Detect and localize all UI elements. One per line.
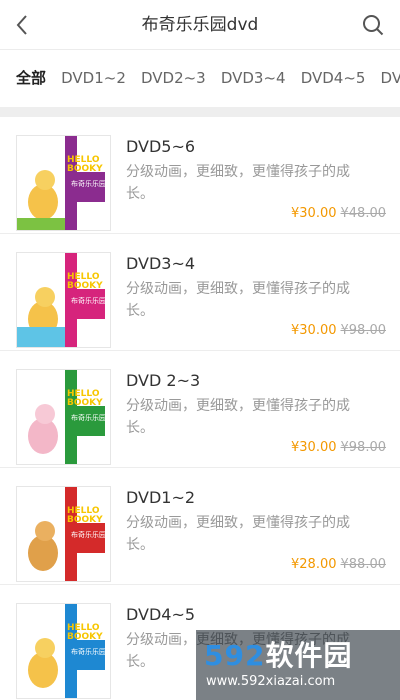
product-description: 分级动画，更细致，更懂得孩子的成长。: [126, 515, 350, 553]
dvd-cover-art: HELLOBOOKY布奇乐乐园: [17, 253, 106, 347]
svg-text:布奇乐乐园: 布奇乐乐园: [71, 530, 106, 539]
sale-price: ¥30.00: [291, 206, 337, 221]
product-description: 分级动画，更细致，更懂得孩子的成长。: [126, 164, 350, 202]
product-list: HELLO BOOKY 布奇乐乐园 DVD5~6 分级动画，更细致，更懂得孩子的成长…: [0, 117, 400, 700]
product-prices: ¥30.00 ¥98.00: [291, 323, 386, 338]
tab-dvd1-2[interactable]: DVD1~2: [61, 50, 126, 107]
list-item[interactable]: HELLO BOOKY 布奇乐乐园 DVD3~4 分级动画，更细致，更懂得孩子的成长…: [0, 234, 400, 351]
product-name: DVD3~4: [126, 254, 196, 273]
product-description: 分级动画，更细致，更懂得孩子的成长。: [126, 281, 350, 319]
product-prices: ¥28.00 ¥88.00: [291, 557, 386, 572]
dvd-cover-art: HELLOBOOKY布奇乐乐园: [28, 604, 106, 698]
product-description: 分级动画，更细致，更懂得孩子的成长。: [126, 398, 350, 436]
svg-text:布奇乐乐园: 布奇乐乐园: [71, 413, 106, 422]
search-icon: [363, 15, 384, 36]
svg-text:BOOKY: BOOKY: [67, 398, 103, 408]
section-divider: [0, 107, 400, 117]
list-item[interactable]: HELLO BOOKY 布奇乐乐园 DVD5~6 分级动画，更细致，更懂得孩子的成长…: [0, 117, 400, 234]
tab-dvd5-6[interactable]: DVD5~6: [381, 50, 400, 107]
sale-price: ¥30.00: [291, 323, 337, 338]
original-price: ¥98.00: [340, 323, 387, 338]
svg-text:布奇乐乐园: 布奇乐乐园: [71, 296, 106, 305]
app-header: 布奇乐乐园dvd: [0, 0, 400, 50]
list-item[interactable]: HELLO BOOKY 布奇乐乐园 DVD1~2 分级动画，更细致，更懂得孩子的成长…: [0, 468, 400, 585]
watermark-logo: 592软件园: [204, 639, 353, 672]
original-price: ¥48.00: [340, 206, 387, 221]
product-name: DVD 2~3: [126, 371, 201, 390]
product-cover-image: HELLO BOOKY 布奇乐乐园: [16, 135, 111, 231]
product-prices: ¥30.00 ¥98.00: [291, 440, 386, 455]
product-prices: ¥30.00 ¥48.00: [291, 206, 386, 221]
product-cover-image: HELLO BOOKY 布奇乐乐园: [16, 486, 111, 582]
svg-text:布奇乐乐园: 布奇乐乐园: [71, 647, 106, 656]
dvd-cover-art: HELLOBOOKY布奇乐乐园: [28, 487, 106, 581]
site-watermark: 592软件园 www.592xiazai.com: [196, 630, 400, 700]
tab-dvd2-3[interactable]: DVD2~3: [141, 50, 206, 107]
original-price: ¥98.00: [340, 440, 387, 455]
tab-all[interactable]: 全部: [16, 50, 46, 107]
product-name: DVD1~2: [126, 488, 196, 507]
product-cover-image: HELLO BOOKY 布奇乐乐园: [16, 369, 111, 465]
search-button[interactable]: [358, 10, 388, 40]
original-price: ¥88.00: [340, 557, 387, 572]
svg-text:布奇乐乐园: 布奇乐乐园: [71, 179, 106, 188]
svg-text:BOOKY: BOOKY: [67, 281, 103, 291]
product-name: DVD5~6: [126, 137, 196, 156]
tab-dvd4-5[interactable]: DVD4~5: [301, 50, 366, 107]
product-cover-image: HELLO BOOKY 布奇乐乐园: [16, 252, 111, 348]
dvd-cover-art: HELLOBOOKY布奇乐乐园: [28, 370, 106, 464]
category-tabs: 全部 DVD1~2 DVD2~3 DVD3~4 DVD4~5 DVD5~6: [0, 50, 400, 107]
chevron-left-icon: [16, 15, 27, 35]
svg-text:BOOKY: BOOKY: [67, 164, 103, 174]
product-name: DVD4~5: [126, 605, 196, 624]
sale-price: ¥30.00: [291, 440, 337, 455]
back-button[interactable]: [8, 10, 36, 40]
svg-text:BOOKY: BOOKY: [67, 632, 103, 642]
tab-dvd3-4[interactable]: DVD3~4: [221, 50, 286, 107]
watermark-url: www.592xiazai.com: [206, 674, 336, 689]
svg-text:BOOKY: BOOKY: [67, 515, 103, 525]
sale-price: ¥28.00: [291, 557, 337, 572]
product-cover-image: HELLO BOOKY 布奇乐乐园: [16, 603, 111, 699]
dvd-cover-art: HELLOBOOKY布奇乐乐园: [17, 136, 106, 230]
list-item[interactable]: HELLO BOOKY 布奇乐乐园 DVD 2~3 分级动画，更细致，更懂得孩子的成…: [0, 351, 400, 468]
page-title: 布奇乐乐园dvd: [141, 15, 259, 35]
